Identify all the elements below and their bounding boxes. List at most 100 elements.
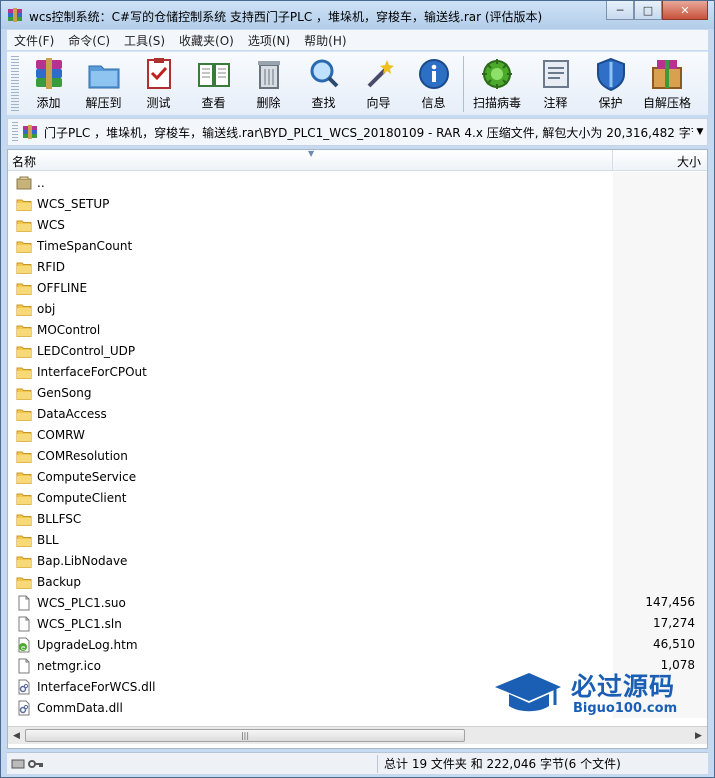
delete-button[interactable]: 删除 [241,52,296,112]
file-name: MOControl [37,322,101,337]
file-row[interactable]: COMResolution [8,445,707,466]
address-bar[interactable]: 门子PLC ，堆垛机，穿梭车，输送线.rar\BYD_PLC1_WCS_2018… [7,118,708,146]
file-row[interactable]: ComputeClient [8,487,707,508]
file-row[interactable]: MOControl [8,319,707,340]
menu-options[interactable]: 选项(N) [241,32,297,49]
file-row[interactable]: COMRW [8,424,707,445]
sfx-button[interactable]: 自解压格 [638,52,696,112]
file-name: InterfaceForWCS.dll [37,679,156,694]
file-row[interactable]: WCS [8,214,707,235]
file-row[interactable]: BLL [8,529,707,550]
title-bar[interactable]: wcs控制系统：C#写的仓储控制系统 支持西门子PLC ，堆垛机，穿梭车，输送线… [1,1,714,29]
file-name-cell[interactable]: ComputeClient [8,489,613,506]
address-dropdown-icon[interactable]: ▼ [693,127,707,137]
file-name-cell[interactable]: WCS_PLC1.sln [8,615,613,632]
file-row[interactable]: TimeSpanCount [8,235,707,256]
file-name-cell[interactable]: e UpgradeLog.htm [8,636,613,653]
file-size: 17,274 [613,613,707,634]
file-name-cell[interactable]: RFID [8,258,613,275]
folder-icon [16,220,32,232]
extract-to-button[interactable]: 解压到 [76,52,131,112]
menu-tools[interactable]: 工具(S) [117,32,172,49]
wizard-button[interactable]: 向导 [351,52,406,112]
column-name-header[interactable]: 名称 ▼ [8,149,613,170]
protect-button[interactable]: 保护 [583,52,638,112]
file-row[interactable]: DataAccess [8,403,707,424]
comment-button[interactable]: 注释 [528,52,583,112]
folder-icon [16,535,32,547]
scroll-left-icon[interactable]: ◀ [8,727,25,744]
file-name-cell[interactable]: COMRW [8,426,613,443]
file-name-cell[interactable]: obj [8,300,613,317]
file-row[interactable]: OFFLINE [8,277,707,298]
file-name-cell[interactable]: .. [8,174,613,191]
file-row[interactable]: obj [8,298,707,319]
file-size [613,445,707,466]
menu-favorites[interactable]: 收藏夹(O) [172,32,241,49]
protect-icon [596,57,625,92]
file-name-cell[interactable]: Backup [8,573,613,590]
file-row[interactable]: WCS_SETUP [8,193,707,214]
file-name-cell[interactable]: DataAccess [8,405,613,422]
protect-label: 保护 [598,96,623,110]
menu-file[interactable]: 文件(F) [7,32,61,49]
find-button[interactable]: 查找 [296,52,351,112]
file-row[interactable]: Backup [8,571,707,592]
file-name: netmgr.ico [37,658,101,673]
file-name-cell[interactable]: Bap.LibNodave [8,552,613,569]
file-row[interactable]: LEDControl_UDP [8,340,707,361]
file-name-cell[interactable]: WCS_SETUP [8,195,613,212]
horizontal-scrollbar[interactable]: ◀ ||| ▶ [8,726,707,744]
file-size [613,571,707,592]
folder-icon [16,514,32,526]
file-row[interactable]: Bap.LibNodave [8,550,707,571]
file-name-cell[interactable]: ComputeService [8,468,613,485]
menu-commands[interactable]: 命令(C) [61,32,117,49]
file-name-cell[interactable]: GenSong [8,384,613,401]
file-name-cell[interactable]: InterfaceForCPOut [8,363,613,380]
file-row[interactable]: WCS_PLC1.sln 17,274 [8,613,707,634]
add-button[interactable]: 添加 [21,52,76,112]
file-name-cell[interactable]: BLL [8,531,613,548]
file-row[interactable]: InterfaceForCPOut [8,361,707,382]
scroll-right-icon[interactable]: ▶ [690,727,707,744]
file-row[interactable]: BLLFSC [8,508,707,529]
address-grip[interactable] [12,122,18,142]
file-name-cell[interactable]: COMResolution [8,447,613,464]
file-row[interactable]: GenSong [8,382,707,403]
scroll-thumb[interactable]: ||| [25,729,465,742]
minimize-button[interactable]: ─ [606,1,634,20]
toolbar-grip[interactable] [11,56,19,112]
file-name-cell[interactable]: TimeSpanCount [8,237,613,254]
maximize-button[interactable]: □ [634,1,662,20]
file-name-cell[interactable]: WCS [8,216,613,233]
file-name-cell[interactable]: MOControl [8,321,613,338]
file-name: Backup [37,574,81,589]
file-row[interactable]: RFID [8,256,707,277]
address-path[interactable]: 门子PLC ，堆垛机，穿梭车，输送线.rar\BYD_PLC1_WCS_2018… [44,124,693,141]
column-size-header[interactable]: 大小 [613,150,707,170]
file-name-cell[interactable]: WCS_PLC1.suo [8,594,613,611]
key-icon[interactable] [28,757,44,771]
file-size [613,319,707,340]
file-name-cell[interactable]: BLLFSC [8,510,613,527]
file-row[interactable]: .. [8,172,707,193]
toolbar-separator [463,56,464,112]
disk-icon[interactable] [11,757,25,771]
file-size [613,466,707,487]
file-name-cell[interactable]: LEDControl_UDP [8,342,613,359]
view-button[interactable]: 查看 [186,52,241,112]
close-button[interactable]: ✕ [662,1,708,20]
watermark: 必过源码 Biguo100.com [493,665,705,725]
test-button[interactable]: 测试 [131,52,186,112]
file-row[interactable]: e UpgradeLog.htm 46,510 [8,634,707,655]
menu-help[interactable]: 帮助(H) [297,32,353,49]
file-row[interactable]: WCS_PLC1.suo 147,456 [8,592,707,613]
scroll-track[interactable]: ||| [25,727,690,744]
info-button[interactable]: 信息 [406,52,461,112]
file-name: WCS_SETUP [37,196,110,211]
file-name-cell[interactable]: OFFLINE [8,279,613,296]
file-row[interactable]: ComputeService [8,466,707,487]
virus-scan-button[interactable]: 扫描病毒 [466,52,528,112]
file-list[interactable]: 名称 ▼ 大小 .. WCS_SETUP WCS TimeSpanCount RFID O… [7,149,708,749]
